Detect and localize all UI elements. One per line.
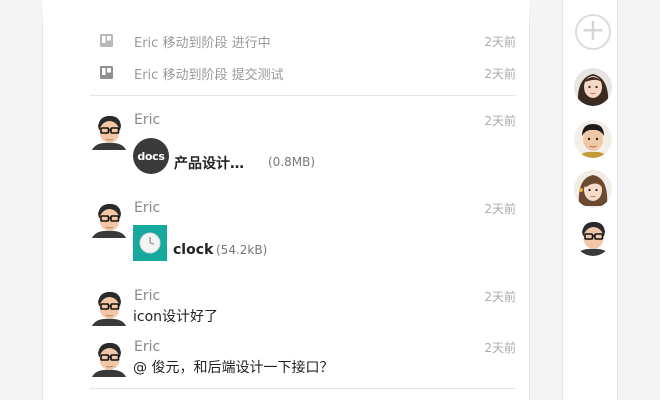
member-avatar-girl-1[interactable] — [574, 68, 612, 106]
eric-avatar[interactable] — [90, 288, 128, 326]
message-item: Eric 2天前 @ 俊元，和后端设计一下接口？ — [90, 337, 516, 381]
board-icon — [100, 34, 113, 47]
eric-avatar[interactable] — [90, 112, 128, 150]
docs-file-icon[interactable]: docs — [133, 138, 169, 174]
file-size: (0.8MB) — [268, 155, 316, 169]
message-time: 2天前 — [484, 341, 516, 355]
activity-text: Eric 移动到阶段 进行中 — [134, 36, 271, 51]
activity-time: 2天前 — [484, 35, 516, 49]
board-icon — [100, 66, 113, 79]
message-time: 2天前 — [484, 290, 516, 304]
eric-avatar[interactable] — [90, 200, 128, 238]
file-name[interactable]: clock — [173, 242, 213, 258]
message-author[interactable]: Eric — [134, 288, 160, 304]
message-item: Eric 2天前 icon设计好了 — [90, 286, 516, 328]
divider — [90, 95, 516, 96]
activity-row: Eric 移动到阶段 提交测试 2天前 — [90, 58, 516, 88]
eric-avatar[interactable] — [90, 339, 128, 377]
message-time: 2天前 — [484, 202, 516, 216]
divider — [90, 388, 516, 389]
message-author[interactable]: Eric — [134, 339, 160, 355]
file-name[interactable]: 产品设计… — [174, 153, 244, 173]
member-avatar-girl-2[interactable] — [574, 170, 612, 208]
clock-icon — [139, 232, 161, 254]
clock-thumbnail[interactable] — [133, 225, 167, 261]
message-time: 2天前 — [484, 114, 516, 128]
message-text: @ 俊元，和后端设计一下接口？ — [133, 360, 334, 376]
message-text: icon设计好了 — [133, 309, 219, 325]
message-item: Eric 2天前 clock (54.2kB) — [90, 196, 516, 272]
message-author[interactable]: Eric — [134, 200, 160, 216]
message-author[interactable]: Eric — [134, 112, 160, 128]
activity-time: 2天前 — [484, 67, 516, 81]
file-size: (54.2kB) — [216, 243, 268, 257]
plus-icon[interactable]: + — [575, 14, 611, 50]
activity-text: Eric 移动到阶段 提交测试 — [134, 68, 284, 83]
member-avatar-eric[interactable] — [574, 218, 612, 256]
message-item: Eric 2天前 docs 产品设计… (0.8MB) — [90, 108, 516, 184]
member-avatar-boy[interactable] — [574, 120, 612, 158]
activity-row: Eric 移动到阶段 进行中 2天前 — [90, 26, 516, 56]
